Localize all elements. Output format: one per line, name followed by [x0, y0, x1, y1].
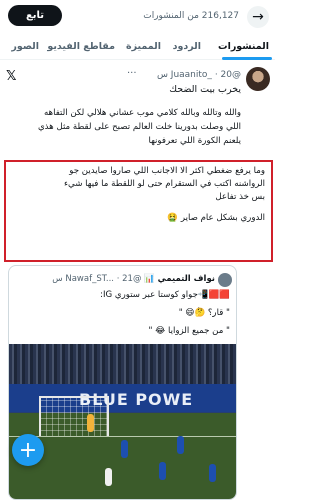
tweet-text-line: بس خذ تفاعل: [215, 192, 265, 202]
tab-replies[interactable]: الردود: [173, 41, 201, 52]
follow-button[interactable]: تابع: [8, 5, 62, 26]
goal-net: [39, 396, 109, 436]
x-logo-icon[interactable]: 𝕏: [6, 69, 16, 84]
compose-post-button[interactable]: +: [12, 434, 44, 466]
avatar[interactable]: [246, 67, 270, 91]
quoted-text-line: " قار؟ 🤔😄 ": [178, 308, 230, 318]
tab-posts[interactable]: المنشورات: [218, 41, 269, 52]
tweet-text-line: يخرب بيت الضحك: [169, 84, 241, 95]
crowd-background: [9, 344, 236, 384]
quoted-text-line: " من جميع الزوايا 😂 ": [148, 326, 231, 336]
tab-photos[interactable]: الصور: [11, 41, 39, 52]
active-tab-indicator: [222, 57, 272, 60]
tweet-text-line: الرواشنه اكتب في الستقرام حتى لو اللقطة …: [63, 179, 265, 189]
match-photo[interactable]: BLUE POWE: [9, 344, 236, 499]
tweet-text-line: وما يرفع ضغطي اكثر الا الاجانب اللي صارو…: [69, 166, 265, 176]
tweet-text-line: يلعنم الكورة اللي تعرفونها: [148, 136, 241, 146]
tweet-header: @Juaanito_ · 20 س: [156, 70, 241, 80]
player: [121, 440, 128, 458]
player: [105, 468, 112, 486]
quoted-header: نواف التميمي 📊 @Nawaf_ST... · 21 س: [52, 274, 215, 284]
more-options-icon[interactable]: ···: [127, 68, 137, 79]
player: [159, 462, 166, 480]
pitch-line: [9, 436, 236, 437]
tweet-text-line: اللي وصلت بدورينا خلت العالم تصبح على لق…: [37, 122, 241, 132]
tab-highlights[interactable]: المميزة: [126, 41, 161, 52]
quoted-tweet[interactable]: نواف التميمي 📊 @Nawaf_ST... · 21 س 🟥🟥📲جو…: [8, 265, 237, 500]
profile-header: → 216,127 من المنشورات تابع: [0, 0, 275, 34]
posts-count: 216,127 من المنشورات: [143, 11, 239, 21]
tweet-text-line: والله وتالله وبالله كلامي موب عشاني هلال…: [43, 108, 241, 118]
player: [209, 464, 216, 482]
tweet-text-line: الدوري بشكل عام صاير 🤮: [167, 213, 265, 223]
profile-tabs: المنشورات الردود المميزة مقاطع الفيديو ا…: [0, 34, 275, 60]
player: [177, 436, 184, 454]
quoted-avatar: [218, 273, 232, 287]
goalkeeper: [87, 414, 94, 432]
quoted-text-line: 🟥🟥📲جواو كوستا عبر ستوري IG:: [100, 290, 230, 300]
tab-videos[interactable]: مقاطع الفيديو: [47, 41, 115, 52]
back-arrow-icon[interactable]: →: [247, 6, 269, 28]
quoted-author-name: نواف التميمي 📊: [144, 274, 215, 284]
